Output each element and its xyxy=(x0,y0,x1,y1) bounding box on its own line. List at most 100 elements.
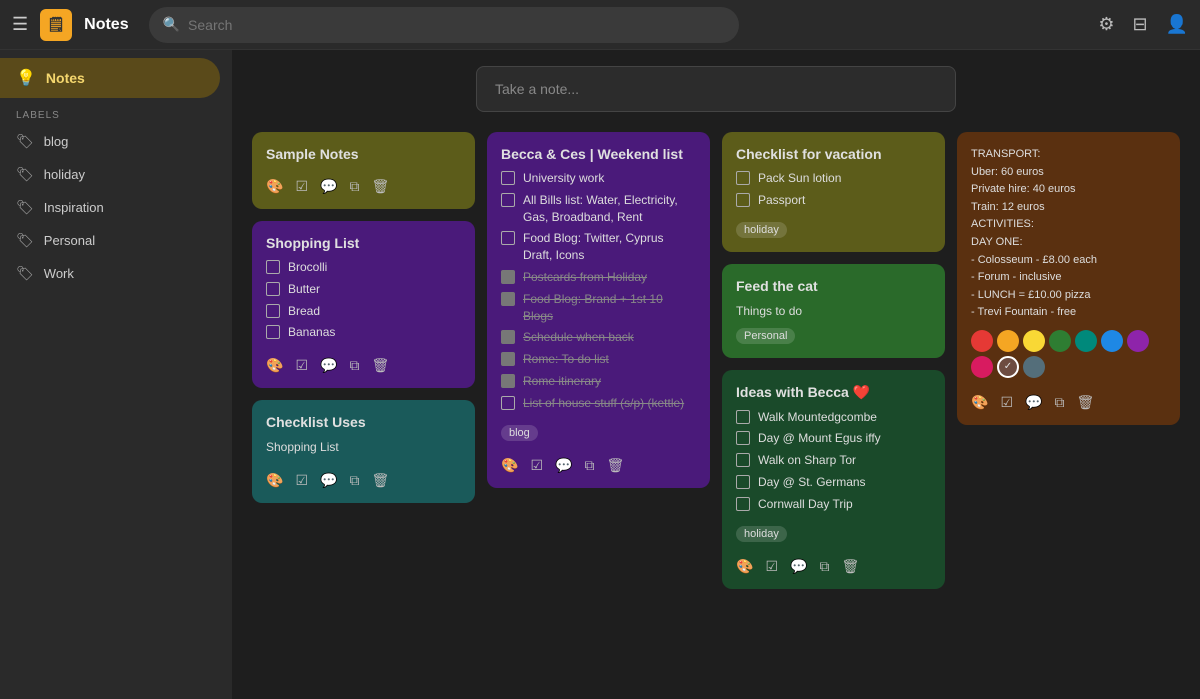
color-purple[interactable] xyxy=(1127,330,1149,352)
checkbox-butter[interactable] xyxy=(266,282,280,296)
sidebar-label-blog: blog xyxy=(44,134,69,149)
label-icon-blog: 🏷 xyxy=(16,133,34,150)
checklist-icon-sl[interactable]: ☑ xyxy=(295,357,308,374)
search-input[interactable] xyxy=(188,17,725,33)
palette-icon-tr[interactable]: 🎨 xyxy=(971,394,988,411)
palette-icon-ib[interactable]: 🎨 xyxy=(736,558,753,575)
check-item-butter: Butter xyxy=(266,281,461,298)
note-ideas-becca: Ideas with Becca ❤️ Walk Mountedgcombe D… xyxy=(722,370,945,589)
cb-mountedgcombe[interactable] xyxy=(736,410,750,424)
copy-icon[interactable]: ⧉ xyxy=(349,178,359,195)
sidebar-notes-label: Notes xyxy=(46,70,85,86)
comment-icon-bw[interactable]: 💬 xyxy=(555,457,572,474)
color-yellow[interactable] xyxy=(1023,330,1045,352)
palette-icon-sl[interactable]: 🎨 xyxy=(266,357,283,374)
delete-icon-bw[interactable]: 🗑 xyxy=(606,457,624,474)
cb-postcards[interactable] xyxy=(501,270,515,284)
cb-sunlotion[interactable] xyxy=(736,171,750,185)
cb-mount-egus[interactable] xyxy=(736,431,750,445)
checkbox-bananas[interactable] xyxy=(266,325,280,339)
checkbox-bread[interactable] xyxy=(266,304,280,318)
content-area: Take a note... Sample Notes 🎨 ☑ 💬 ⧉ 🗑 xyxy=(232,50,1200,699)
checklist-icon-bw[interactable]: ☑ xyxy=(530,457,543,474)
checklist-uses-body: Shopping List xyxy=(266,438,461,456)
color-brown[interactable]: ✓ xyxy=(997,356,1019,378)
palette-icon-cu[interactable]: 🎨 xyxy=(266,472,283,489)
sample-notes-title: Sample Notes xyxy=(266,146,461,162)
delete-icon-ib[interactable]: 🗑 xyxy=(841,558,859,575)
comment-icon-tr[interactable]: 💬 xyxy=(1025,394,1042,411)
cb-passport[interactable] xyxy=(736,193,750,207)
color-teal[interactable] xyxy=(1075,330,1097,352)
color-red[interactable] xyxy=(971,330,993,352)
comment-icon-sl[interactable]: 💬 xyxy=(320,357,337,374)
cb-schedule[interactable] xyxy=(501,330,515,344)
color-blue[interactable] xyxy=(1101,330,1123,352)
palette-icon-bw[interactable]: 🎨 xyxy=(501,457,518,474)
copy-icon-tr[interactable]: ⧉ xyxy=(1054,394,1064,411)
copy-icon-cu[interactable]: ⧉ xyxy=(349,472,359,489)
checklist-icon[interactable]: ☑ xyxy=(295,178,308,195)
notes-grid: Sample Notes 🎨 ☑ 💬 ⧉ 🗑 Shopping List xyxy=(252,132,1180,589)
cb-food-blog2[interactable] xyxy=(501,292,515,306)
menu-icon[interactable]: ☰ xyxy=(12,14,28,35)
sidebar-item-blog[interactable]: 🏷 blog xyxy=(0,125,220,158)
note-shopping-list: Shopping List Brocolli Butter Bread xyxy=(252,221,475,388)
delete-icon-sl[interactable]: 🗑 xyxy=(371,357,389,374)
cb-bills[interactable] xyxy=(501,193,515,207)
checklist-icon-tr[interactable]: ☑ xyxy=(1000,394,1013,411)
cb-rome-todo[interactable] xyxy=(501,352,515,366)
sidebar-label-personal: Personal xyxy=(44,233,95,248)
sidebar-item-work[interactable]: 🏷 Work xyxy=(0,257,220,290)
account-icon[interactable]: 👤 xyxy=(1166,14,1188,35)
vacation-body: Pack Sun lotion Passport xyxy=(736,170,931,209)
color-slate[interactable] xyxy=(1023,356,1045,378)
copy-icon-ib[interactable]: ⧉ xyxy=(819,558,829,575)
settings-icon[interactable]: ⚙ xyxy=(1098,14,1114,35)
sidebar-item-notes[interactable]: 💡 Notes xyxy=(0,58,220,98)
cb-university[interactable] xyxy=(501,171,515,185)
comment-icon-cu[interactable]: 💬 xyxy=(320,472,337,489)
comment-icon[interactable]: 💬 xyxy=(320,178,337,195)
check-item-bananas: Bananas xyxy=(266,324,461,341)
copy-icon-bw[interactable]: ⧉ xyxy=(584,457,594,474)
label-icon-holiday: 🏷 xyxy=(16,166,34,183)
note-becca-weekend: Becca & Ces | Weekend list University wo… xyxy=(487,132,710,488)
checklist-icon-cu[interactable]: ☑ xyxy=(295,472,308,489)
color-pink[interactable] xyxy=(971,356,993,378)
cb-st-germans[interactable] xyxy=(736,475,750,489)
color-orange[interactable] xyxy=(997,330,1019,352)
ideas-becca-title: Ideas with Becca ❤️ xyxy=(736,384,931,401)
checkbox-brocolli[interactable] xyxy=(266,260,280,274)
shopping-list-footer: 🎨 ☑ 💬 ⧉ 🗑 xyxy=(266,351,461,374)
main-layout: 💡 Notes LABELS 🏷 blog 🏷 holiday 🏷 Inspir… xyxy=(0,50,1200,699)
sidebar-item-inspiration[interactable]: 🏷 Inspiration xyxy=(0,191,220,224)
delete-icon-cu[interactable]: 🗑 xyxy=(371,472,389,489)
check-text-brocolli: Brocolli xyxy=(288,259,327,276)
copy-icon-sl[interactable]: ⧉ xyxy=(349,357,359,374)
delete-icon-tr[interactable]: 🗑 xyxy=(1076,394,1094,411)
color-green[interactable] xyxy=(1049,330,1071,352)
cb-rome-itin[interactable] xyxy=(501,374,515,388)
note-sample-notes: Sample Notes 🎨 ☑ 💬 ⧉ 🗑 xyxy=(252,132,475,209)
take-note-bar[interactable]: Take a note... xyxy=(476,66,956,112)
delete-icon[interactable]: 🗑 xyxy=(371,178,389,195)
sidebar-label-work: Work xyxy=(44,266,74,281)
cb-food-blog1[interactable] xyxy=(501,231,515,245)
ideas-becca-tag: holiday xyxy=(736,526,787,542)
cb-cornwall[interactable] xyxy=(736,497,750,511)
layout-icon[interactable]: ⊟ xyxy=(1132,14,1147,35)
cb-sharp-tor[interactable] xyxy=(736,453,750,467)
vacation-title: Checklist for vacation xyxy=(736,146,931,162)
sidebar-item-personal[interactable]: 🏷 Personal xyxy=(0,224,220,257)
sidebar: 💡 Notes LABELS 🏷 blog 🏷 holiday 🏷 Inspir… xyxy=(0,50,232,699)
comment-icon-ib[interactable]: 💬 xyxy=(790,558,807,575)
search-bar[interactable]: 🔍 xyxy=(149,7,739,43)
palette-icon[interactable]: 🎨 xyxy=(266,178,283,195)
topbar: ☰ 🗒 Notes 🔍 ⚙ ⊟ 👤 xyxy=(0,0,1200,50)
ideas-becca-footer: 🎨 ☑ 💬 ⧉ 🗑 xyxy=(736,552,931,575)
checklist-icon-ib[interactable]: ☑ xyxy=(765,558,778,575)
cb-house-stuff[interactable] xyxy=(501,396,515,410)
app-title: Notes xyxy=(84,16,128,34)
sidebar-item-holiday[interactable]: 🏷 holiday xyxy=(0,158,220,191)
